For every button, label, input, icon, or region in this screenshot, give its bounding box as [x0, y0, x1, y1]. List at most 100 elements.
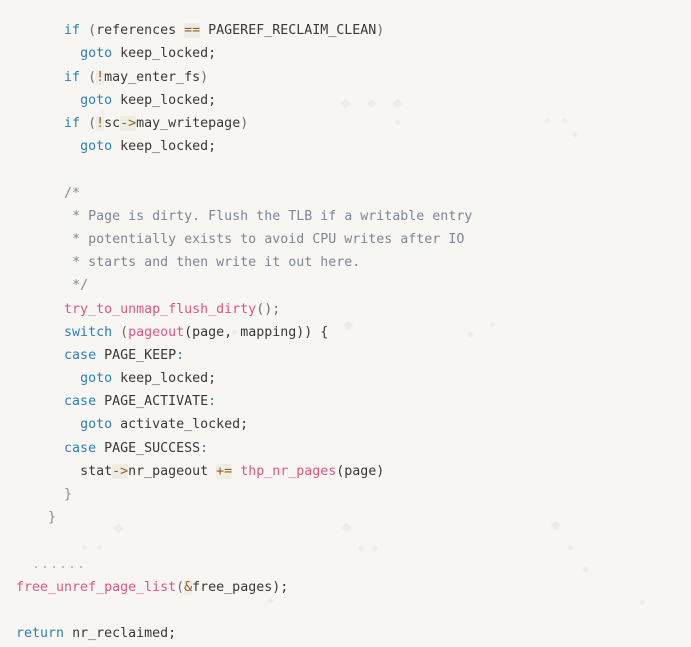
token-keyword: if	[64, 69, 81, 85]
token-keyword: goto	[80, 417, 113, 433]
token-comment: * starts and then write it out here.	[72, 255, 361, 271]
token-ellipsis: ......	[32, 556, 87, 572]
token-operator: !	[96, 116, 105, 132]
code-line: stat->nr_pageout += thp_nr_pages(page)	[0, 460, 691, 483]
code-line: }	[0, 483, 691, 506]
code-line: case PAGE_SUCCESS:	[0, 437, 691, 460]
code-line: goto keep_locked;	[0, 135, 691, 158]
code-line: return nr_reclaimed;	[0, 622, 691, 645]
code-line: goto keep_locked;	[0, 367, 691, 390]
token-punct: )	[200, 69, 209, 85]
code-line: * potentially exists to avoid CPU writes…	[0, 228, 691, 251]
token-function: pageout	[128, 324, 185, 340]
code-line: goto keep_locked;	[0, 42, 691, 65]
code-line: free_unref_page_list(&free_pages);	[0, 576, 691, 599]
token-identifier: nr_pageout	[128, 463, 217, 479]
code-line: if (!may_enter_fs)	[0, 66, 691, 89]
token-identifier: references	[96, 23, 185, 39]
code-line: if (references == PAGEREF_RECLAIM_CLEAN)	[0, 19, 691, 42]
token-keyword: return	[16, 626, 65, 642]
token-operator: ->	[120, 116, 137, 132]
token-punct: (	[112, 324, 129, 340]
code-block: if (references == PAGEREF_RECLAIM_CLEAN)…	[0, 13, 691, 647]
code-line: /*	[0, 182, 691, 205]
token-punct: :	[208, 394, 217, 410]
code-line: */	[0, 274, 691, 297]
code-line: switch (pageout(page, mapping)) {	[0, 321, 691, 344]
code-line: * starts and then write it out here.	[0, 251, 691, 274]
token-operator: ==	[184, 23, 201, 39]
code-line: }	[0, 506, 691, 529]
token-identifier: keep_locked;	[112, 46, 217, 62]
token-punct: ();	[256, 301, 281, 317]
token-keyword: case	[64, 440, 97, 456]
token-function: try_to_unmap_flush_dirty	[64, 301, 257, 317]
code-content: if (references == PAGEREF_RECLAIM_CLEAN)…	[0, 19, 691, 647]
token-identifier: may_enter_fs	[104, 69, 201, 85]
token-identifier: PAGE_ACTIVATE	[96, 394, 209, 410]
code-line: goto activate_locked;	[0, 413, 691, 436]
token-identifier: activate_locked;	[112, 417, 249, 433]
token-function: free_unref_page_list	[16, 579, 177, 595]
token-identifier: sc	[104, 116, 121, 132]
token-punct: (	[80, 116, 97, 132]
token-punct: )	[240, 116, 249, 132]
token-identifier: (page)	[336, 463, 385, 479]
token-punct: )	[376, 23, 385, 39]
token-identifier: PAGEREF_RECLAIM_CLEAN	[200, 23, 377, 39]
token-punct: :	[200, 440, 209, 456]
token-brace: }	[64, 487, 73, 503]
token-operator: &	[184, 579, 193, 595]
token-identifier: PAGE_SUCCESS	[96, 440, 201, 456]
token-operator: !	[96, 69, 105, 85]
code-line: goto keep_locked;	[0, 89, 691, 112]
token-punct: (	[80, 23, 97, 39]
token-keyword: goto	[80, 371, 113, 387]
token-keyword: switch	[64, 324, 113, 340]
token-identifier: keep_locked;	[112, 371, 217, 387]
token-comment: * potentially exists to avoid CPU writes…	[72, 231, 465, 247]
token-punct: :	[176, 347, 185, 363]
token-identifier: free_pages);	[192, 579, 289, 595]
token-identifier: stat	[80, 463, 113, 479]
token-brace: }	[48, 510, 57, 526]
token-punct: (	[176, 579, 185, 595]
code-line: if (!sc->may_writepage)	[0, 112, 691, 135]
token-comment: */	[72, 278, 89, 294]
token-keyword: goto	[80, 46, 113, 62]
token-keyword: case	[64, 394, 97, 410]
code-line: * Page is dirty. Flush the TLB if a writ…	[0, 205, 691, 228]
token-comment: /*	[64, 185, 81, 201]
token-keyword: goto	[80, 92, 113, 108]
token-comment: * Page is dirty. Flush the TLB if a writ…	[72, 208, 473, 224]
token-operator: +=	[216, 463, 233, 479]
code-line: case PAGE_KEEP:	[0, 344, 691, 367]
token-keyword: if	[64, 116, 81, 132]
token-identifier: PAGE_KEEP	[96, 347, 177, 363]
token-keyword: if	[64, 23, 81, 39]
token-operator: ->	[112, 463, 129, 479]
token-identifier: may_writepage	[136, 116, 241, 132]
token-identifier: nr_reclaimed;	[64, 626, 177, 642]
